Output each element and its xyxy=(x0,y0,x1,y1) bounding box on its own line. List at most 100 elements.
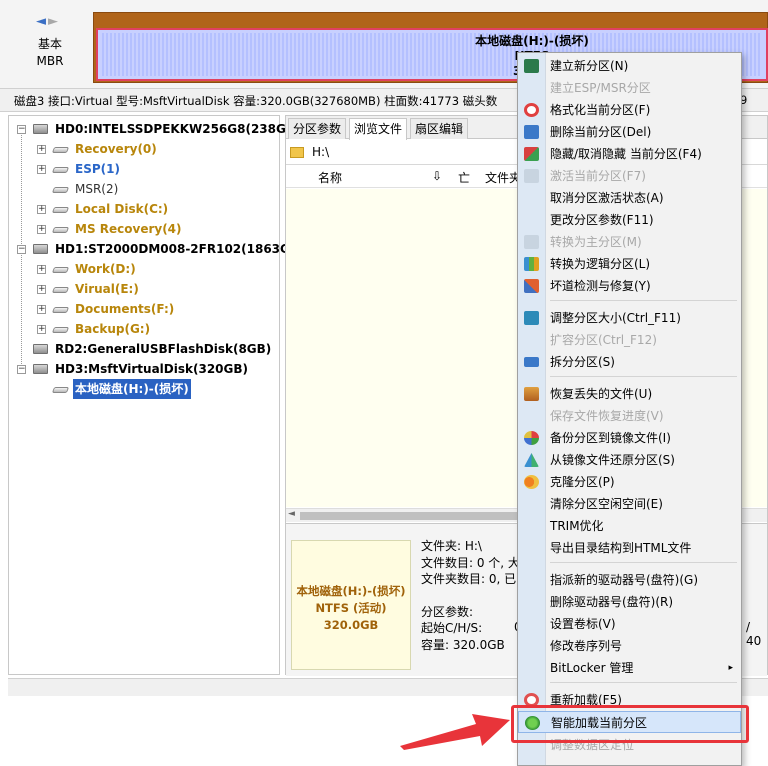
column-name[interactable]: 名称 xyxy=(318,169,342,186)
column-3[interactable]: 文件夹 xyxy=(485,169,521,186)
expand-icon[interactable]: + xyxy=(37,145,46,154)
clone-icon xyxy=(524,475,539,489)
activate-icon xyxy=(524,169,539,183)
menu-delete-partition[interactable]: 删除当前分区(Del) xyxy=(518,121,741,143)
path-text: H:\ xyxy=(312,145,330,159)
partition-icon xyxy=(51,287,70,293)
usb-disk-icon xyxy=(33,344,48,354)
tree-partition-esp[interactable]: + ESP(1) xyxy=(9,159,279,179)
hard-disk-icon xyxy=(33,244,48,254)
menu-restore-image[interactable]: 从镜像文件还原分区(S) xyxy=(518,449,741,471)
tree-disk-hd3[interactable]: − HD3:MsftVirtualDisk(320GB) xyxy=(9,359,279,379)
partition-block-name: 本地磁盘(H:)-(损坏) xyxy=(475,34,589,48)
tree-disk-hd1[interactable]: − HD1:ST2000DM008-2FR102(1863GB) xyxy=(9,239,305,259)
submenu-arrow-icon: ▸ xyxy=(728,663,733,673)
tab-partition-params[interactable]: 分区参数 xyxy=(288,118,347,139)
disk-tree[interactable]: − HD0:INTELSSDPEKKW256G8(238GB) + Recove… xyxy=(8,115,305,675)
folder-icon xyxy=(290,147,304,158)
tree-partition-c[interactable]: + Local Disk(C:) xyxy=(9,199,279,219)
tools-icon xyxy=(524,279,539,293)
menu-trim[interactable]: TRIM优化 xyxy=(518,515,741,537)
menu-save-recovery-progress[interactable]: 保存文件恢复进度(V) xyxy=(518,405,741,427)
menu-bitlocker[interactable]: BitLocker 管理 ▸ xyxy=(518,657,741,679)
menu-clone-partition[interactable]: 克隆分区(P) xyxy=(518,471,741,493)
convert-primary-icon xyxy=(524,235,539,249)
hard-disk-icon xyxy=(33,124,48,134)
partition-icon xyxy=(51,387,70,393)
trash-icon xyxy=(524,125,539,139)
restore-icon xyxy=(524,453,539,467)
menu-change-serial[interactable]: 修改卷序列号 xyxy=(518,635,741,657)
collapse-icon[interactable]: − xyxy=(17,365,26,374)
menu-remove-drive-letter[interactable]: 删除驱动器号(盘符)(R) xyxy=(518,591,741,613)
tab-sector-edit[interactable]: 扇区编辑 xyxy=(410,118,469,139)
partition-icon xyxy=(51,187,70,193)
convert-logical-icon xyxy=(524,257,539,271)
menu-create-esp-msr[interactable]: 建立ESP/MSR分区 xyxy=(518,77,741,99)
partition-info-text: 文件夹: H:\ 文件数目: 0 个, 大 文件夹数目: 0, 已 分区参数: … xyxy=(421,539,520,652)
disk-type-mbr: MBR xyxy=(36,54,64,68)
context-menu: 建立新分区(N) 建立ESP/MSR分区 格式化当前分区(F) 删除当前分区(D… xyxy=(517,52,742,766)
format-icon xyxy=(524,103,539,117)
menu-bad-sector-check[interactable]: 坏道检测与修复(Y) xyxy=(518,275,741,297)
tree-partition-e[interactable]: + Virual(E:) xyxy=(9,279,279,299)
disk-type-label: 基本 MBR xyxy=(22,36,78,70)
disk-nav-arrows: ◄► xyxy=(36,14,60,29)
highlight-callout-box xyxy=(511,705,749,743)
menu-hide-partition[interactable]: 隐藏/取消隐藏 当前分区(F4) xyxy=(518,143,741,165)
menu-assign-drive-letter[interactable]: 指派新的驱动器号(盘符)(G) xyxy=(518,569,741,591)
menu-recover-files[interactable]: 恢复丢失的文件(U) xyxy=(518,383,741,405)
expand-icon[interactable]: + xyxy=(37,225,46,234)
tree-partition-h-selected[interactable]: 本地磁盘(H:)-(损坏) xyxy=(9,379,279,399)
expand-icon[interactable]: + xyxy=(37,265,46,274)
menu-backup-image[interactable]: 备份分区到镜像文件(I) xyxy=(518,427,741,449)
tree-partition-f[interactable]: + Documents(F:) xyxy=(9,299,279,319)
menu-export-html[interactable]: 导出目录结构到HTML文件 xyxy=(518,537,741,559)
expand-icon[interactable]: + xyxy=(37,325,46,334)
collapse-icon[interactable]: − xyxy=(17,245,26,254)
tab-browse-files[interactable]: 浏览文件 xyxy=(349,118,408,140)
recover-icon xyxy=(524,387,539,401)
menu-create-partition[interactable]: 建立新分区(N) xyxy=(518,55,741,77)
menu-change-params[interactable]: 更改分区参数(F11) xyxy=(518,209,741,231)
partition-icon xyxy=(51,167,70,173)
info-extra-value: / 40 xyxy=(746,620,762,648)
menu-set-volume-label[interactable]: 设置卷标(V) xyxy=(518,613,741,635)
expand-icon[interactable]: + xyxy=(37,165,46,174)
scroll-left-icon[interactable]: ◄ xyxy=(288,509,295,519)
expand-icon[interactable]: + xyxy=(37,205,46,214)
menu-split-partition[interactable]: 拆分分区(S) xyxy=(518,351,741,373)
tree-partition-recovery[interactable]: + Recovery(0) xyxy=(9,139,279,159)
partition-icon xyxy=(51,227,70,233)
tree-partition-ms-recovery[interactable]: + MS Recovery(4) xyxy=(9,219,279,239)
menu-activate-partition[interactable]: 激活当前分区(F7) xyxy=(518,165,741,187)
prev-disk-arrow-icon[interactable]: ◄ xyxy=(36,14,48,29)
menu-deactivate-partition[interactable]: 取消分区激活状态(A) xyxy=(518,187,741,209)
hide-icon xyxy=(524,147,539,161)
partition-icon xyxy=(51,207,70,213)
menu-convert-primary[interactable]: 转换为主分区(M) xyxy=(518,231,741,253)
resize-icon xyxy=(524,311,539,325)
tree-partition-d[interactable]: + Work(D:) xyxy=(9,259,279,279)
column-2[interactable]: 亡 xyxy=(458,169,470,186)
menu-resize-partition[interactable]: 调整分区大小(Ctrl_F11) xyxy=(518,307,741,329)
partition-icon xyxy=(51,147,70,153)
tree-disk-hd0[interactable]: − HD0:INTELSSDPEKKW256G8(238GB) xyxy=(9,119,300,139)
expand-icon[interactable]: + xyxy=(37,305,46,314)
partition-icon xyxy=(51,327,70,333)
next-disk-arrow-icon[interactable]: ► xyxy=(48,14,60,29)
tree-partition-msr[interactable]: MSR(2) xyxy=(9,179,279,199)
menu-wipe-free-space[interactable]: 清除分区空闲空间(E) xyxy=(518,493,741,515)
expand-icon[interactable]: + xyxy=(37,285,46,294)
backup-icon xyxy=(524,431,539,445)
collapse-icon[interactable]: − xyxy=(17,125,26,134)
menu-format-partition[interactable]: 格式化当前分区(F) xyxy=(518,99,741,121)
menu-extend-partition[interactable]: 扩容分区(Ctrl_F12) xyxy=(518,329,741,351)
menu-convert-logical[interactable]: 转换为逻辑分区(L) xyxy=(518,253,741,275)
tree-partition-g[interactable]: + Backup(G:) xyxy=(9,319,279,339)
disk-type-basic: 基本 xyxy=(37,37,62,51)
sort-arrow-icon[interactable]: ⇩ xyxy=(432,169,442,183)
partition-icon xyxy=(51,307,70,313)
tree-disk-rd2[interactable]: RD2:GeneralUSBFlashDisk(8GB) xyxy=(9,339,279,359)
scrollbar-thumb[interactable] xyxy=(300,512,520,520)
